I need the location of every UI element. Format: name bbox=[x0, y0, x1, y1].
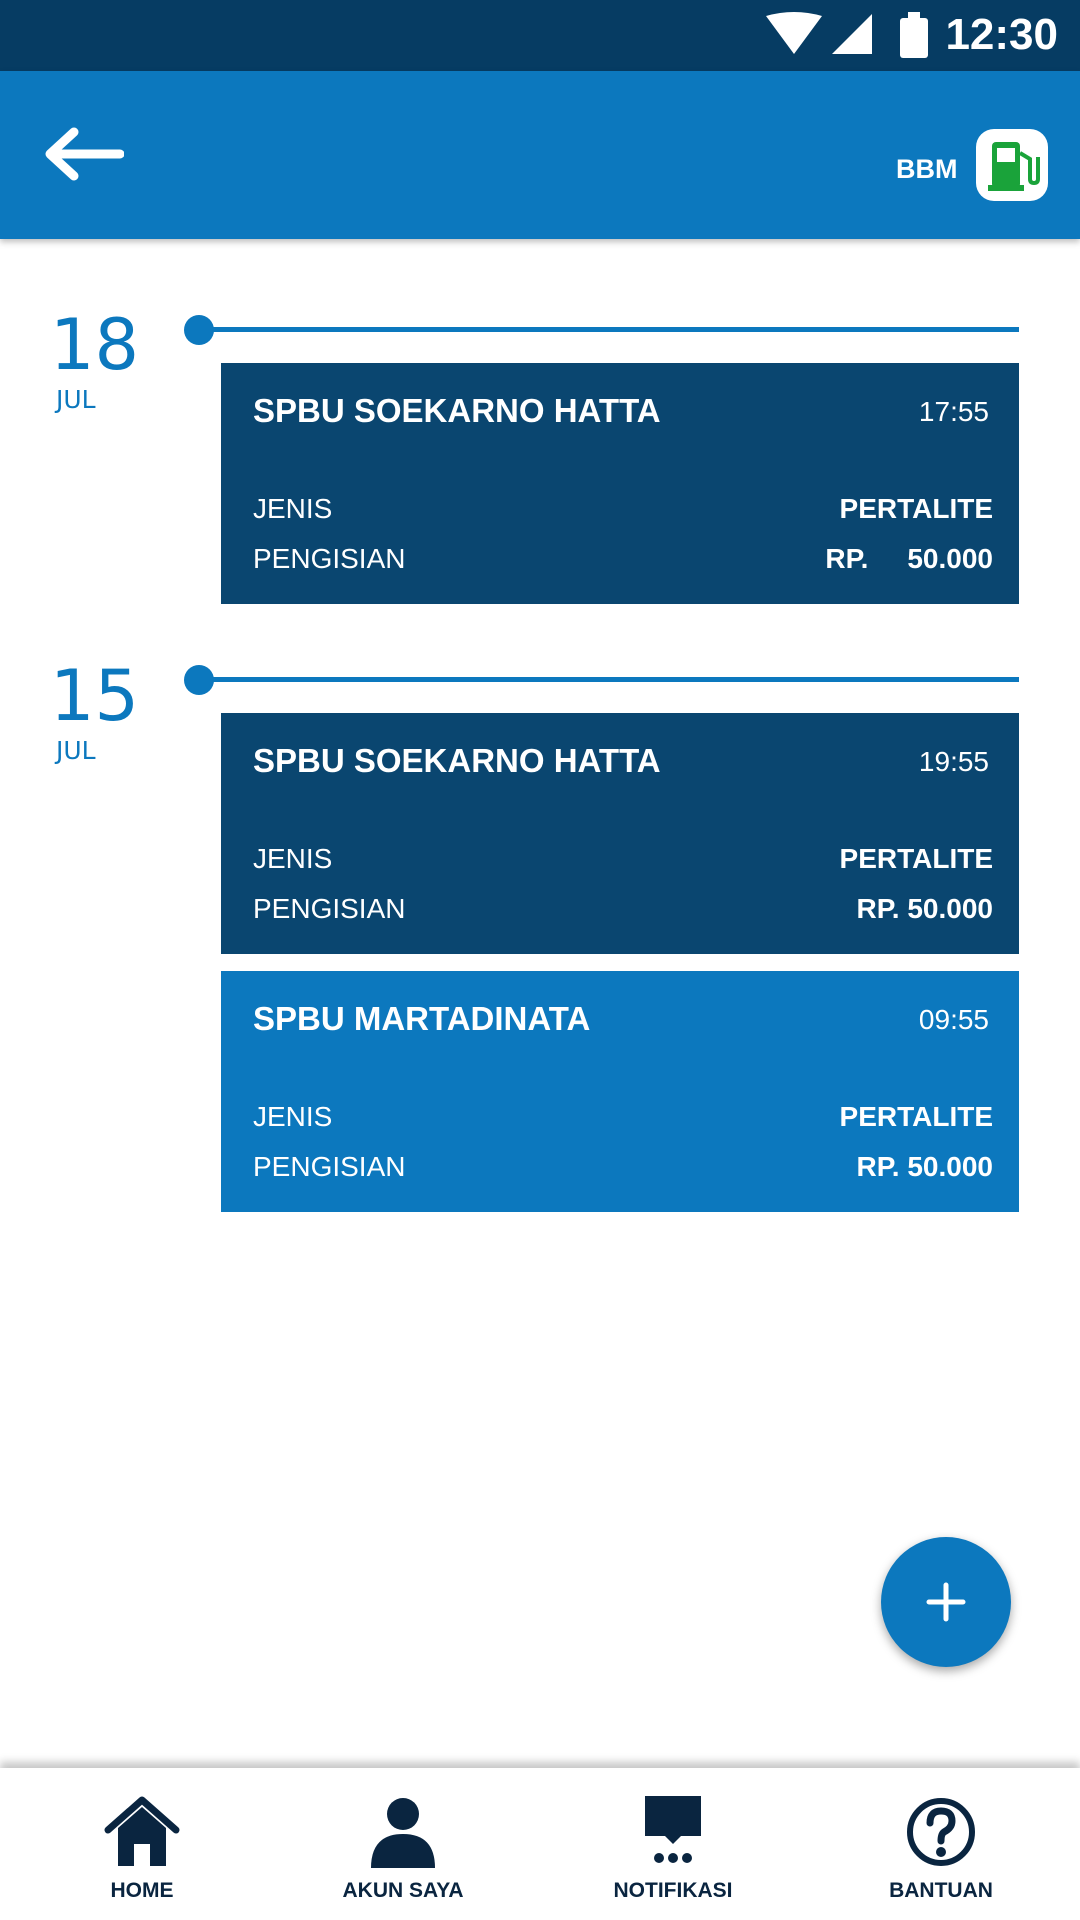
transaction-time: 19:55 bbox=[918, 746, 989, 777]
transaction-card[interactable]: SPBU SOEKARNO HATTA 19:55 JENIS PENGISIA… bbox=[221, 713, 1019, 954]
transaction-card[interactable]: SPBU SOEKARNO HATTA 17:55 JENIS PENGISIA… bbox=[221, 363, 1019, 604]
transaction-time: 17:55 bbox=[918, 396, 989, 427]
fuel-type-label: JENIS bbox=[253, 1101, 333, 1132]
nav-label: AKUN SAYA bbox=[342, 1879, 464, 1902]
date-header: 18 JUL bbox=[50, 305, 170, 415]
nav-account[interactable]: AKUN SAYA bbox=[303, 1768, 503, 1920]
fuel-type-value: PERTALITE bbox=[839, 843, 993, 874]
battery-icon bbox=[900, 12, 928, 58]
transaction-time: 09:55 bbox=[918, 1004, 989, 1035]
fill-amount-label: PENGISIAN bbox=[253, 543, 406, 574]
add-transaction-button[interactable] bbox=[881, 1537, 1011, 1667]
fuel-type-value: PERTALITE bbox=[839, 1101, 993, 1132]
notification-icon bbox=[645, 1796, 701, 1863]
station-name: SPBU MARTADINATA bbox=[253, 1000, 591, 1037]
fill-amount-value: RP. 50.000 bbox=[856, 1151, 994, 1182]
status-icons bbox=[766, 12, 928, 58]
fuel-type-label: JENIS bbox=[253, 493, 333, 524]
user-icon bbox=[371, 1798, 435, 1868]
back-arrow-icon[interactable] bbox=[40, 126, 124, 182]
date-day: 18 bbox=[50, 304, 140, 386]
nav-home[interactable]: HOME bbox=[42, 1768, 242, 1920]
app-bar: BBM bbox=[0, 71, 1080, 239]
fuel-pump-badge[interactable] bbox=[976, 129, 1048, 201]
help-icon bbox=[907, 1798, 975, 1866]
transaction-card[interactable]: SPBU MARTADINATA 09:55 JENIS PENGISIAN P… bbox=[221, 971, 1019, 1212]
nav-help[interactable]: BANTUAN bbox=[841, 1768, 1041, 1920]
fill-amount-label: PENGISIAN bbox=[253, 893, 406, 924]
fill-amount-value: RP. 50.000 bbox=[825, 543, 993, 574]
nav-label: NOTIFIKASI bbox=[613, 1879, 733, 1902]
status-time: 12:30 bbox=[945, 10, 1058, 59]
station-name: SPBU SOEKARNO HATTA bbox=[253, 392, 661, 429]
station-name: SPBU SOEKARNO HATTA bbox=[253, 742, 661, 779]
wifi-icon bbox=[766, 12, 822, 54]
date-day: 15 bbox=[50, 655, 140, 737]
fill-amount-label: PENGISIAN bbox=[253, 1151, 406, 1182]
timeline-line bbox=[205, 677, 1019, 682]
fuel-type-label: JENIS bbox=[253, 843, 333, 874]
date-month: JUL bbox=[56, 736, 96, 765]
bottom-navigation: HOME AKUN SAYA NOTIFIKASI BANTUAN bbox=[0, 1768, 1080, 1920]
nav-notifications[interactable]: NOTIFIKASI bbox=[573, 1768, 773, 1920]
category-label: BBM bbox=[896, 154, 958, 184]
fuel-type-value: PERTALITE bbox=[839, 493, 993, 524]
timeline-line bbox=[205, 327, 1019, 332]
date-month: JUL bbox=[56, 385, 96, 414]
fuel-pump-icon bbox=[988, 142, 1040, 191]
status-bar: 12:30 bbox=[0, 0, 1080, 71]
signal-icon bbox=[832, 14, 872, 54]
date-header: 15 JUL bbox=[50, 656, 170, 766]
nav-label: HOME bbox=[110, 1879, 174, 1902]
plus-icon bbox=[926, 1582, 966, 1622]
home-icon bbox=[104, 1796, 180, 1866]
fill-amount-value: RP. 50.000 bbox=[856, 893, 994, 924]
nav-label: BANTUAN bbox=[889, 1879, 993, 1902]
